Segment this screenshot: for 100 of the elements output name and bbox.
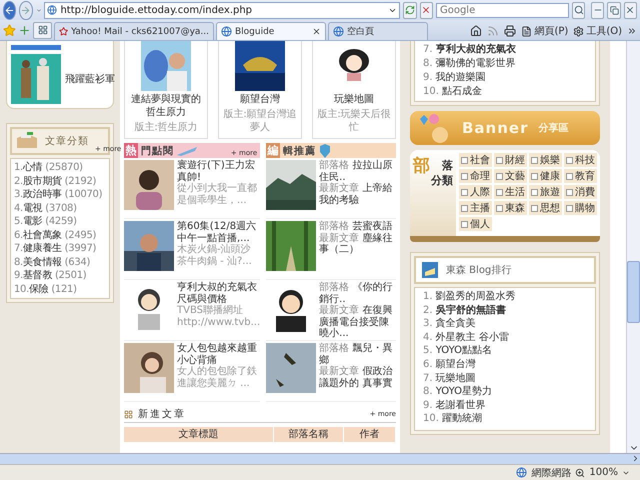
list-item[interactable]: 8. 彌勒佛的電影世界 <box>423 57 587 71</box>
latest-post-link[interactable]: 最新文章 塵緣往事（二） <box>319 232 396 256</box>
category-link[interactable]: 財經 <box>494 153 527 167</box>
post-title[interactable]: 寰遊行(下)王力宏真帥! <box>177 160 260 183</box>
ranking-item[interactable]: 1. 劉盈秀的周盈水秀 <box>423 290 587 304</box>
list-item[interactable]: 10. 點石成金 <box>423 85 587 99</box>
minimize-button[interactable] <box>591 2 604 18</box>
category-item[interactable]: 4.電視 (3708) <box>14 202 106 215</box>
category-link[interactable]: 思想 <box>529 201 562 215</box>
blog-owner: 版主:玩樂天后很忙 <box>316 108 392 134</box>
list-item[interactable]: 9. 我的遊樂園 <box>423 71 587 85</box>
globe-icon <box>221 26 232 37</box>
category-link[interactable]: 健康 <box>529 169 562 183</box>
ranking-item[interactable]: 2. 吳宇舒的無語書 <box>423 304 587 318</box>
blog-title[interactable]: 願望台灣 <box>240 93 280 106</box>
category-link[interactable]: 消費 <box>564 185 597 199</box>
blog-link[interactable]: 部落格 芸蜜夜語 <box>319 221 396 232</box>
panel-title: 落 <box>441 158 453 173</box>
section-title: 輯推薦 <box>283 144 316 158</box>
category-item[interactable]: 6.社會萬象 (2495) <box>14 228 106 242</box>
blog-title[interactable]: 玩樂地圖 <box>334 93 374 106</box>
refresh-button[interactable] <box>403 2 417 18</box>
category-link[interactable]: 人際 <box>459 185 492 199</box>
category-link[interactable]: 社會 <box>459 153 492 167</box>
post-title[interactable]: 亨利大叔的充氣衣尺碼與價格 <box>177 282 260 305</box>
post-title[interactable]: 第60集(12/8週六中午一點首播,... <box>177 221 260 244</box>
print-icon[interactable] <box>504 25 516 37</box>
column-header: 部落名稱 <box>274 427 344 442</box>
ranking-item[interactable]: 9. 老謝看世界 <box>423 398 587 412</box>
category-item[interactable]: 1.心情 (25870) <box>14 161 106 174</box>
horizontal-scrollbar[interactable] <box>0 453 640 464</box>
category-item[interactable]: 8.美食情報 (634) <box>14 256 106 269</box>
blog-name[interactable]: 飛躍藍衫軍 <box>65 72 115 86</box>
section-badge: 編 <box>266 143 280 158</box>
banner-title: Banner <box>462 119 528 137</box>
browser-tab[interactable]: 空白頁 <box>328 22 428 40</box>
category-link[interactable]: 主播 <box>459 201 492 215</box>
latest-post-link[interactable]: 最新文章 假政治議題外的 真事實 <box>319 366 396 389</box>
ranking-item[interactable]: 4. 外星教主 谷小雷 <box>423 330 587 344</box>
category-link[interactable]: 文藝 <box>494 169 527 183</box>
grid-icon <box>38 25 48 35</box>
category-link[interactable]: 命理 <box>459 169 492 183</box>
category-item[interactable]: 3.政治時事 (10070) <box>14 188 106 202</box>
post-title[interactable]: 女人包包越來越重小心背痛 <box>177 343 260 366</box>
browser-tab[interactable]: Yahoo! Mail - cks621007@ya... <box>54 22 214 40</box>
category-item[interactable]: 7.健康養生 (3997) <box>14 242 106 256</box>
column-header: 作者 <box>344 427 396 442</box>
blog-card[interactable]: 願望台灣 版主:願望台灣追夢人 <box>218 41 302 139</box>
browser-tab[interactable]: Bloguide <box>216 22 326 40</box>
category-link[interactable]: 科技 <box>564 153 597 167</box>
category-link[interactable]: 教育 <box>564 169 597 183</box>
list-item[interactable]: 7. 亨利大叔的充氣衣 <box>423 43 587 57</box>
blog-link[interactable]: 部落格 飄兒・異鄉 <box>319 343 396 366</box>
column-header: 文章標題 <box>124 427 274 442</box>
address-field[interactable]: http://bloguide.ettoday.com/index.php <box>44 2 400 18</box>
category-item[interactable]: 10.保險 (121) <box>14 282 106 296</box>
zone-status: 網際網路 <box>531 466 572 480</box>
zoom-level[interactable]: 100% <box>589 467 618 478</box>
scroll-right-icon[interactable] <box>631 454 640 463</box>
blog-card[interactable]: 玩樂地圖 版主:玩樂天后很忙 <box>312 41 396 139</box>
restore-button[interactable] <box>607 2 621 18</box>
ranking-item[interactable]: 6. 願望台灣 <box>423 358 587 372</box>
scroll-thumb[interactable] <box>627 261 640 323</box>
category-link[interactable]: 個人 <box>459 217 492 231</box>
ranking-item[interactable]: 7. 玩樂地圖 <box>423 372 587 386</box>
home-icon[interactable] <box>470 25 482 37</box>
blog-title[interactable]: 連結夢與現實的哲生原力 <box>128 93 204 119</box>
gear-icon <box>573 26 584 36</box>
tools-menu[interactable]: 工具(O) <box>573 24 622 38</box>
ranking-item[interactable]: 8. YOYO星勢力 <box>423 385 587 399</box>
add-favorite-icon[interactable] <box>18 24 31 36</box>
category-item[interactable]: 9.基督教 (2501) <box>14 269 106 282</box>
close-tab-icon[interactable] <box>312 27 321 36</box>
vertical-scrollbar[interactable] <box>626 41 640 453</box>
tab-list-button[interactable] <box>33 22 52 38</box>
category-link[interactable]: 娛樂 <box>529 153 562 167</box>
back-button[interactable] <box>3 0 16 20</box>
ranking-item[interactable]: 10. 躍動統潮 <box>423 412 587 426</box>
category-item[interactable]: 2.股市期貨 (2192) <box>14 174 106 188</box>
blog-card[interactable]: 連結夢與現實的哲生原力 版主:哲生原力 <box>124 41 208 139</box>
more-icon[interactable] <box>627 26 637 36</box>
panel-title-accent: 部 <box>413 155 430 178</box>
ranking-item[interactable]: 3. 貪全貪美 <box>423 317 587 331</box>
favorites-star-icon[interactable] <box>3 24 16 36</box>
zoom-icon <box>575 468 586 478</box>
blog-link[interactable]: 部落格 拉拉山原住民.. <box>319 160 396 183</box>
close-button[interactable] <box>624 2 637 18</box>
blog-link[interactable]: 部落格 《你的行銷行.. <box>319 282 396 305</box>
latest-post-link[interactable]: 最新文章 在復興廣播電台接受陳曉小... <box>319 305 396 340</box>
ranking-item[interactable]: 5. YOYO點點名 <box>423 344 587 358</box>
page-menu[interactable]: 網頁(P) <box>521 24 568 38</box>
category-link[interactable]: 東森 <box>494 201 527 215</box>
search-button[interactable] <box>572 2 586 18</box>
latest-post-link[interactable]: 最新文章 上帝給我的考驗 <box>319 183 396 206</box>
category-item[interactable]: 5.電影 (4259) <box>14 215 106 228</box>
stop-button[interactable] <box>420 2 433 18</box>
search-field[interactable]: Google <box>436 2 569 18</box>
category-link[interactable]: 旅遊 <box>529 185 562 199</box>
category-link[interactable]: 購物 <box>564 201 597 215</box>
category-link[interactable]: 生活 <box>494 185 527 199</box>
